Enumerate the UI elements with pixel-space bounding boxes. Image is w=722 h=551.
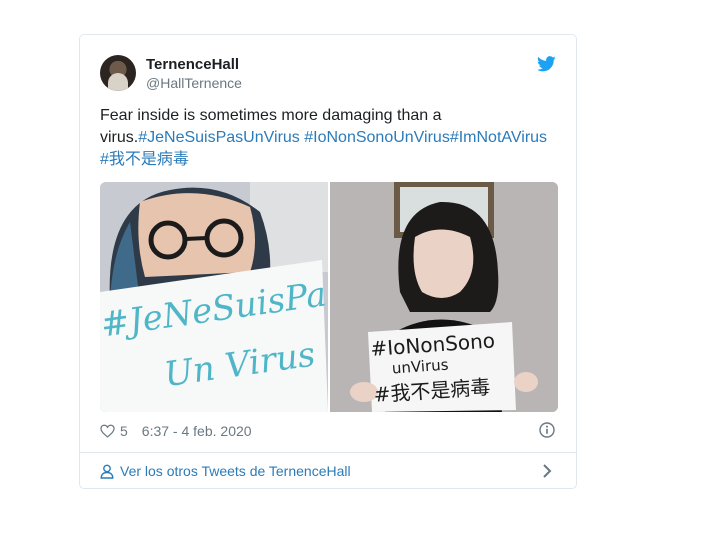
tweet-text: Fear inside is sometimes more damaging t… [100, 105, 560, 171]
tweet-timestamp[interactable]: 6:37 - 4 feb. 2020 [142, 423, 252, 439]
hashtag-link[interactable]: #我不是病毒 [100, 151, 189, 168]
photo-left[interactable]: #JeNeSuisPas Un Virus [100, 182, 328, 412]
author-handle[interactable]: @HallTernence [146, 75, 242, 91]
avatar[interactable] [100, 55, 136, 91]
hashtag-link[interactable]: #ImNotAVirus [450, 129, 547, 146]
heart-icon[interactable] [100, 424, 115, 438]
hashtag-link[interactable]: #JeNeSuisPasUnVirus [138, 129, 300, 146]
divider [80, 452, 576, 453]
sign-text-2: #IoNonSono unVirus #我不是病毒 [370, 327, 515, 408]
person-icon [100, 464, 114, 479]
author-name[interactable]: TernenceHall [146, 56, 239, 73]
more-tweets-link[interactable]: Ver los otros Tweets de TernenceHall [100, 463, 351, 479]
photo-right[interactable]: #IoNonSono unVirus #我不是病毒 [330, 182, 558, 412]
like-count[interactable]: 5 [120, 423, 128, 439]
hashtag-link[interactable]: #IoNonSonoUnVirus [304, 129, 450, 146]
tweet-actions: 5 6:37 - 4 feb. 2020 [100, 423, 252, 439]
chevron-right-icon[interactable] [542, 464, 552, 478]
tweet-media[interactable]: #JeNeSuisPas Un Virus #IoNonSono unVirus… [100, 182, 558, 412]
twitter-bird-icon[interactable] [537, 56, 556, 72]
info-icon[interactable] [539, 422, 555, 438]
tweet-card: TernenceHall @HallTernence Fear inside i… [79, 34, 577, 489]
more-tweets-label[interactable]: Ver los otros Tweets de TernenceHall [120, 463, 351, 479]
